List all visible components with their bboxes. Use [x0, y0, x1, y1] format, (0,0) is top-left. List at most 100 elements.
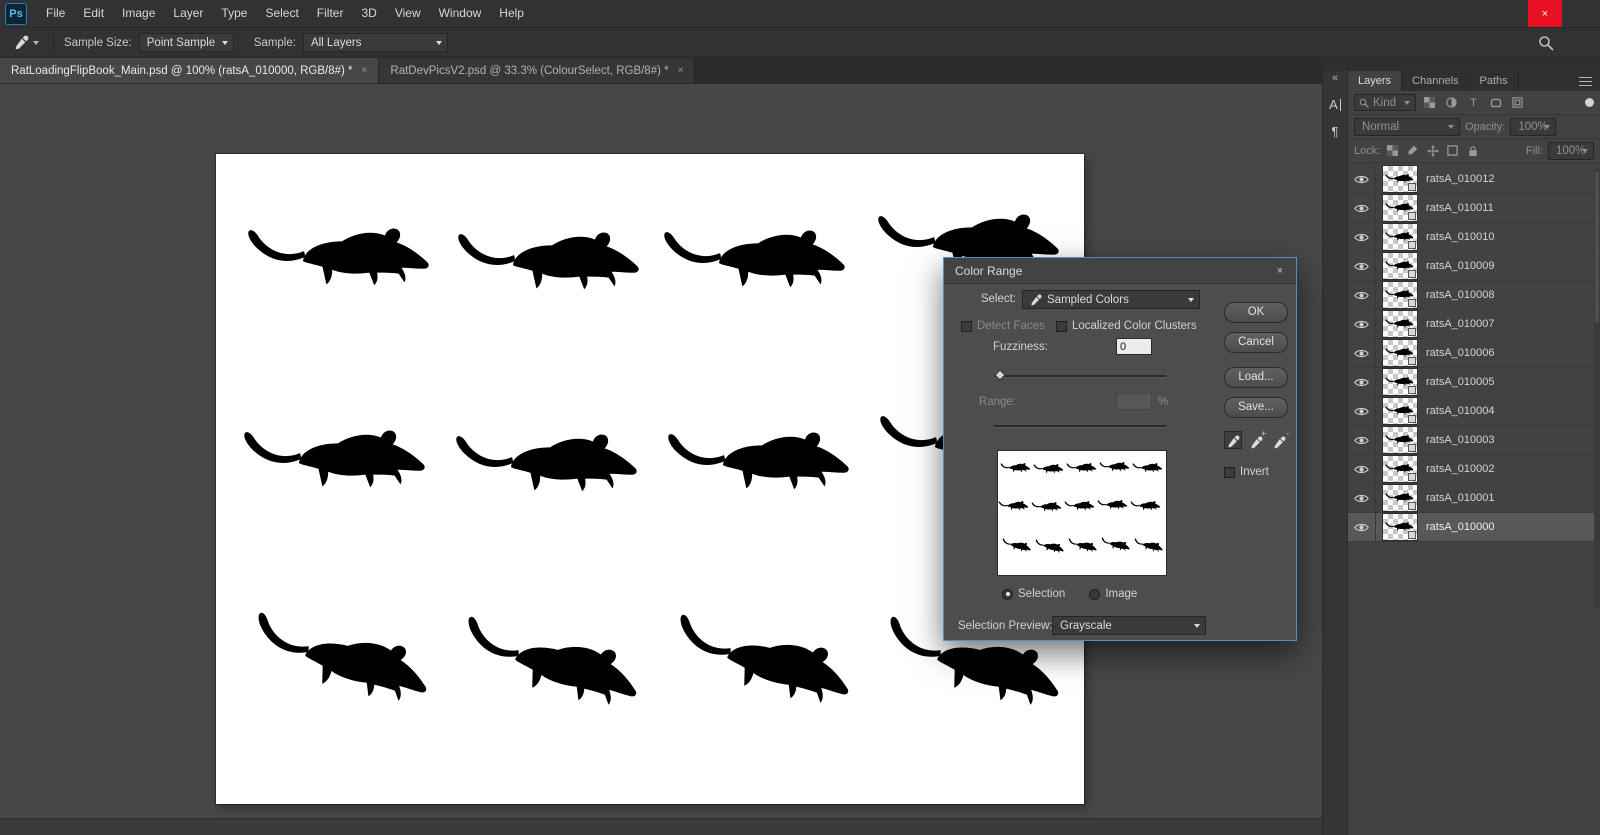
layer-row[interactable]: ratsA_010006 [1348, 339, 1600, 368]
layer-thumbnail[interactable] [1383, 427, 1417, 453]
ok-button[interactable]: OK [1224, 302, 1288, 323]
layer-thumbnail[interactable] [1383, 456, 1417, 482]
menu-item[interactable]: File [37, 0, 74, 27]
filter-kind-dropdown[interactable]: Kind [1354, 94, 1416, 111]
layer-row[interactable]: ratsA_010012 [1348, 165, 1600, 194]
menu-item[interactable]: Window [430, 0, 491, 27]
radio-unselected-icon[interactable] [1089, 589, 1100, 600]
eyedropper-subtract-icon[interactable]: - [1270, 431, 1288, 449]
layer-name[interactable]: ratsA_010000 [1426, 521, 1495, 533]
menu-item[interactable]: 3D [352, 0, 385, 27]
layer-name[interactable]: ratsA_010003 [1426, 434, 1495, 446]
visibility-eye-icon[interactable] [1348, 194, 1376, 222]
layer-row[interactable]: ratsA_010002 [1348, 455, 1600, 484]
layer-thumbnail[interactable] [1383, 195, 1417, 221]
visibility-eye-icon[interactable] [1348, 252, 1376, 280]
lock-artboard-icon[interactable] [1445, 143, 1460, 158]
menu-item[interactable]: Image [113, 0, 164, 27]
fill-dropdown[interactable]: 100% [1548, 142, 1594, 160]
tool-preset-picker[interactable] [10, 33, 43, 52]
selection-preview-dropdown[interactable]: Grayscale [1052, 616, 1206, 635]
layer-thumbnail[interactable] [1383, 398, 1417, 424]
window-close-button[interactable]: × [1528, 0, 1562, 27]
menu-item[interactable]: Filter [308, 0, 353, 27]
visibility-eye-icon[interactable] [1348, 513, 1376, 541]
visibility-eye-icon[interactable] [1348, 281, 1376, 309]
layer-thumbnail[interactable] [1383, 224, 1417, 250]
menu-item[interactable]: Type [212, 0, 256, 27]
visibility-eye-icon[interactable] [1348, 339, 1376, 367]
visibility-eye-icon[interactable] [1348, 223, 1376, 251]
layer-row[interactable]: ratsA_010005 [1348, 368, 1600, 397]
layer-name[interactable]: ratsA_010008 [1426, 289, 1495, 301]
layer-thumbnail[interactable] [1383, 282, 1417, 308]
tab-close-icon[interactable]: × [362, 65, 368, 76]
adjustment-layer-filter-icon[interactable] [1443, 95, 1460, 111]
visibility-eye-icon[interactable] [1348, 426, 1376, 454]
panel-menu-button[interactable] [1579, 71, 1600, 91]
panel-scrollbar[interactable] [1594, 168, 1600, 608]
layer-name[interactable]: ratsA_010002 [1426, 463, 1495, 475]
panel-tab[interactable]: Paths [1470, 71, 1519, 91]
lock-position-icon[interactable] [1425, 143, 1440, 158]
layer-row[interactable]: ratsA_010001 [1348, 484, 1600, 513]
layer-row[interactable]: ratsA_010011 [1348, 194, 1600, 223]
document-tab[interactable]: RatLoadingFlipBook_Main.psd @ 100% (rats… [0, 58, 379, 83]
layer-name[interactable]: ratsA_010006 [1426, 347, 1495, 359]
sample-dropdown[interactable]: All Layers [303, 33, 448, 52]
layer-thumbnail[interactable] [1383, 485, 1417, 511]
panel-tab[interactable]: Layers [1348, 71, 1402, 91]
layer-name[interactable]: ratsA_010005 [1426, 376, 1495, 388]
select-dropdown[interactable]: Sampled Colors [1022, 290, 1200, 309]
layer-thumbnail[interactable] [1383, 340, 1417, 366]
layer-row[interactable]: ratsA_010009 [1348, 252, 1600, 281]
eyedropper-add-icon[interactable]: + [1247, 431, 1265, 449]
slider-thumb[interactable] [994, 369, 1005, 380]
blend-mode-dropdown[interactable]: Normal [1354, 118, 1460, 136]
load-button[interactable]: Load... [1224, 367, 1288, 388]
save-button[interactable]: Save... [1224, 397, 1288, 418]
tab-close-icon[interactable]: × [678, 65, 684, 76]
menu-item[interactable]: Select [256, 0, 307, 27]
selection-radio[interactable]: Selection Image [1002, 588, 1137, 600]
layer-name[interactable]: ratsA_010001 [1426, 492, 1495, 504]
dialog-close-icon[interactable]: × [1275, 265, 1285, 277]
visibility-eye-icon[interactable] [1348, 165, 1376, 193]
layer-name[interactable]: ratsA_010004 [1426, 405, 1495, 417]
invert-checkbox[interactable]: Invert [1224, 466, 1269, 478]
menu-item[interactable]: View [386, 0, 430, 27]
layer-row[interactable]: ratsA_010004 [1348, 397, 1600, 426]
layer-thumbnail[interactable] [1383, 166, 1417, 192]
opacity-dropdown[interactable]: 100% [1510, 118, 1556, 136]
type-layer-filter-icon[interactable]: T [1465, 95, 1482, 111]
paragraph-panel-icon[interactable]: ¶ [1323, 124, 1347, 139]
pixel-layer-filter-icon[interactable] [1421, 95, 1438, 111]
layer-name[interactable]: ratsA_010007 [1426, 318, 1495, 330]
layer-row[interactable]: ratsA_010007 [1348, 310, 1600, 339]
shape-layer-filter-icon[interactable] [1487, 95, 1504, 111]
search-icon[interactable] [1538, 35, 1554, 51]
eyedropper-sample-icon[interactable] [1224, 431, 1242, 449]
layer-row[interactable]: ratsA_010003 [1348, 426, 1600, 455]
layer-name[interactable]: ratsA_010011 [1426, 202, 1494, 214]
layer-thumbnail[interactable] [1383, 514, 1417, 540]
menu-item[interactable]: Layer [164, 0, 212, 27]
layer-thumbnail[interactable] [1383, 253, 1417, 279]
visibility-eye-icon[interactable] [1348, 310, 1376, 338]
layer-thumbnail[interactable] [1383, 311, 1417, 337]
fuzziness-input[interactable] [1116, 338, 1152, 355]
character-panel-icon[interactable]: A [1323, 97, 1347, 112]
expand-panels-icon[interactable]: « [1323, 71, 1347, 85]
cancel-button[interactable]: Cancel [1224, 332, 1288, 353]
layer-name[interactable]: ratsA_010009 [1426, 260, 1495, 272]
lock-paint-icon[interactable] [1405, 143, 1420, 158]
slider-track[interactable] [994, 375, 1166, 377]
smart-object-filter-icon[interactable] [1509, 95, 1526, 111]
document-tab[interactable]: RatDevPicsV2.psd @ 33.3% (ColourSelect, … [379, 58, 695, 83]
localized-clusters-checkbox[interactable]: Localized Color Clusters [1056, 320, 1197, 332]
visibility-eye-icon[interactable] [1348, 368, 1376, 396]
dialog-title-bar[interactable]: Color Range × [944, 258, 1296, 284]
layer-name[interactable]: ratsA_010010 [1426, 231, 1495, 243]
filter-toggle-icon[interactable] [1585, 98, 1594, 107]
scrollbar-thumb[interactable] [1595, 172, 1599, 322]
